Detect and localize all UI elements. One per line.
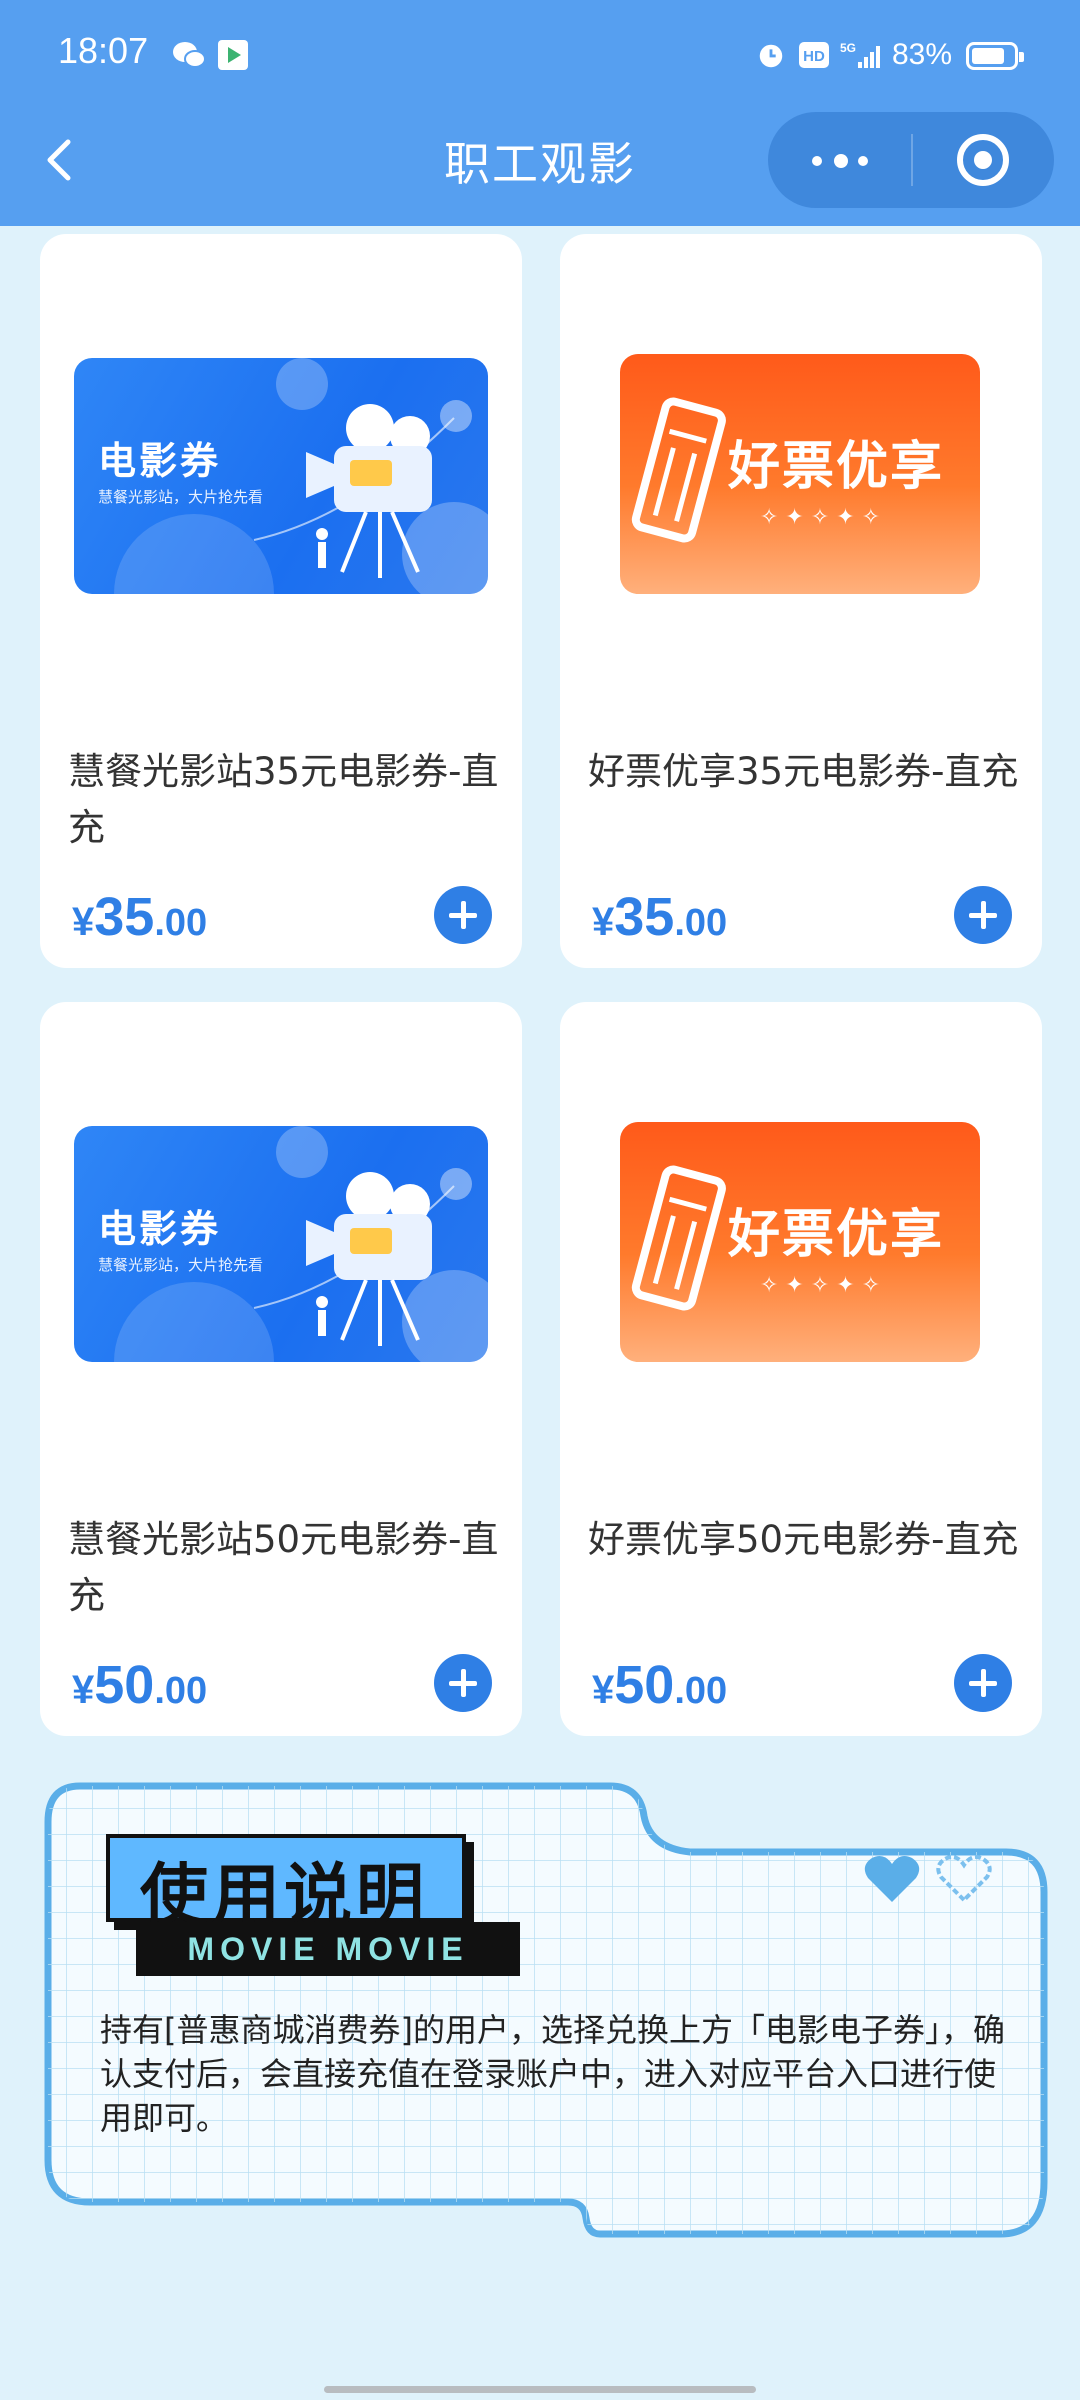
product-name: 慧餐光影站35元电影券-直充 <box>68 750 499 849</box>
svg-text:HD: HD <box>803 48 825 65</box>
product-image-blue-voucher: 电影券 慧餐光影站，大片抢先看 <box>74 358 488 594</box>
home-indicator[interactable] <box>324 2386 756 2393</box>
product-card[interactable]: 电影券 慧餐光影站，大片抢先看 慧餐光影站35元电影券-直充 ¥35.00 <box>40 234 522 968</box>
add-to-cart-button[interactable] <box>434 886 492 944</box>
product-price: ¥50.00 <box>72 1655 208 1715</box>
voucher-image-subtitle: 慧餐光影站，大片抢先看 <box>98 488 264 506</box>
instructions-text: 持有[普惠商城消费券]的用户，选择兑换上方「电影电子券」，确认支付后，会直接充值… <box>100 2011 1005 2137</box>
product-card[interactable]: ✧ ✦ ✧ ✦ ✧ 好票优享 好票优享50元电影券-直充 ¥50.00 <box>560 1002 1042 1736</box>
product-name: 慧餐光影站50元电影券-直充 <box>68 1518 499 1617</box>
svg-text:✧ ✦ ✧ ✦ ✧: ✧ ✦ ✧ ✦ ✧ <box>760 1273 880 1298</box>
alarm-icon <box>759 44 783 68</box>
more-dots-icon <box>812 156 822 166</box>
voucher-image-subtitle: 慧餐光影站，大片抢先看 <box>98 1256 264 1274</box>
add-to-cart-button[interactable] <box>434 1654 492 1712</box>
product-card[interactable]: 电影券 慧餐光影站，大片抢先看 慧餐光影站50元电影券-直充 ¥50.00 <box>40 1002 522 1736</box>
voucher-image-title: 电影券 <box>98 439 222 483</box>
product-price: ¥35.00 <box>72 887 208 947</box>
status-time: 18:07 <box>58 30 149 71</box>
product-price: ¥35.00 <box>592 887 728 947</box>
add-to-cart-button[interactable] <box>954 886 1012 944</box>
product-name: 好票优享35元电影券-直充 <box>588 750 1019 793</box>
add-to-cart-button[interactable] <box>954 1654 1012 1712</box>
usage-instructions-panel: 使用说明 MOVIE MOVIE 持有[普惠商城消费券]的用户，选择兑换上方「电… <box>40 1782 1050 2242</box>
heart-filled-icon <box>864 1856 920 1902</box>
wechat-icon <box>173 42 206 68</box>
battery-icon <box>966 42 1024 70</box>
voucher-image-title: 好票优享 <box>728 1205 945 1265</box>
product-price: ¥50.00 <box>592 1655 728 1715</box>
mini-program-capsule <box>768 112 1054 208</box>
hd-icon: HD <box>799 42 829 68</box>
product-name: 好票优享50元电影券-直充 <box>588 1518 1019 1561</box>
instructions-subtitle: MOVIE MOVIE <box>136 1922 520 1976</box>
voucher-image-title: 好票优享 <box>728 437 945 497</box>
product-image-orange-voucher: ✧ ✦ ✧ ✦ ✧ 好票优享 <box>620 1122 980 1362</box>
battery-percentage: 83% <box>892 38 953 71</box>
heart-outline-icon <box>936 1855 992 1903</box>
top-bar: 18:07 HD 5G 83% 职工观影 <box>0 0 1080 226</box>
signal-5g-icon: 5G <box>840 41 880 68</box>
more-button[interactable] <box>768 112 911 208</box>
app-notification-icon <box>218 40 248 70</box>
svg-text:✧ ✦ ✧ ✦ ✧: ✧ ✦ ✧ ✦ ✧ <box>760 505 880 530</box>
voucher-image-title: 电影券 <box>98 1207 222 1251</box>
product-image-orange-voucher: ✧ ✦ ✧ ✦ ✧ 好票优享 <box>620 354 980 594</box>
product-image-blue-voucher: 电影券 慧餐光影站，大片抢先看 <box>74 1126 488 1362</box>
product-card[interactable]: ✧ ✦ ✧ ✦ ✧ 好票优享 好票优享35元电影券-直充 ¥35.00 <box>560 234 1042 968</box>
status-bar: 18:07 HD 5G 83% <box>0 0 1080 110</box>
close-mini-program-button[interactable] <box>911 112 1054 208</box>
svg-text:5G: 5G <box>840 41 856 55</box>
